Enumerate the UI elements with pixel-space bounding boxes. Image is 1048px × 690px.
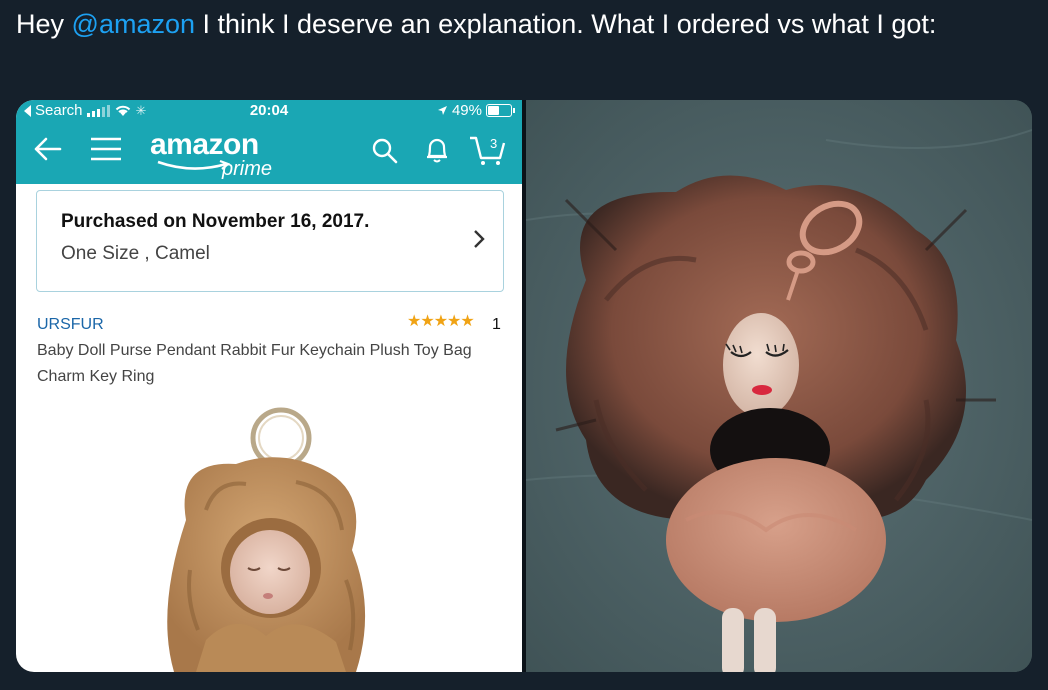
received-photo-fur-doll-keychain: [526, 100, 1032, 672]
tweet-text: Hey @amazon I think I deserve an explana…: [16, 8, 1026, 41]
logo-amazon-text: amazon: [150, 128, 259, 161]
product-brand-link[interactable]: URSFUR: [37, 316, 104, 334]
product-photo-baby-doll-keychain: [167, 407, 366, 672]
battery-icon: [486, 104, 515, 117]
purchase-date: Purchased on November 16, 2017.: [61, 211, 370, 232]
location-arrow-icon: [437, 106, 447, 115]
mention-link[interactable]: @amazon: [72, 9, 195, 39]
tweet-text-start: Hey: [16, 9, 72, 39]
star-rating[interactable]: ★★★★★: [407, 311, 475, 331]
cart-count: 3: [490, 136, 498, 151]
bell-icon[interactable]: [424, 136, 450, 164]
product-title[interactable]: Baby Doll Purse Pendant Rabbit Fur Keych…: [37, 338, 497, 390]
status-right: 49%: [437, 102, 515, 119]
cart-icon[interactable]: [468, 134, 508, 166]
order-variant: One Size , Camel: [61, 243, 210, 264]
amazon-nav-bar: amazon prime 3: [16, 122, 522, 184]
amazon-prime-logo[interactable]: amazon prime: [150, 128, 272, 180]
logo-smile-icon: [157, 159, 231, 170]
received-image[interactable]: [526, 100, 1032, 672]
tweet-media[interactable]: Search ✳ 20:04 49% amazon prime 3 Purcha…: [16, 100, 1032, 672]
ordered-image[interactable]: Search ✳ 20:04 49% amazon prime 3 Purcha…: [16, 100, 522, 672]
search-icon[interactable]: [372, 138, 398, 164]
tweet-text-end: I think I deserve an explanation. What I…: [195, 9, 937, 39]
hamburger-menu-icon[interactable]: [90, 136, 122, 162]
rating-count[interactable]: 1: [492, 316, 501, 334]
battery-percent: 49%: [451, 102, 482, 119]
back-arrow-icon[interactable]: [32, 136, 62, 162]
order-summary-card[interactable]: Purchased on November 16, 2017. One Size…: [36, 190, 504, 292]
logo-prime-text: prime: [222, 158, 273, 180]
chevron-right-icon[interactable]: [473, 229, 485, 249]
ios-status-bar: Search ✳ 20:04 49%: [16, 100, 522, 122]
